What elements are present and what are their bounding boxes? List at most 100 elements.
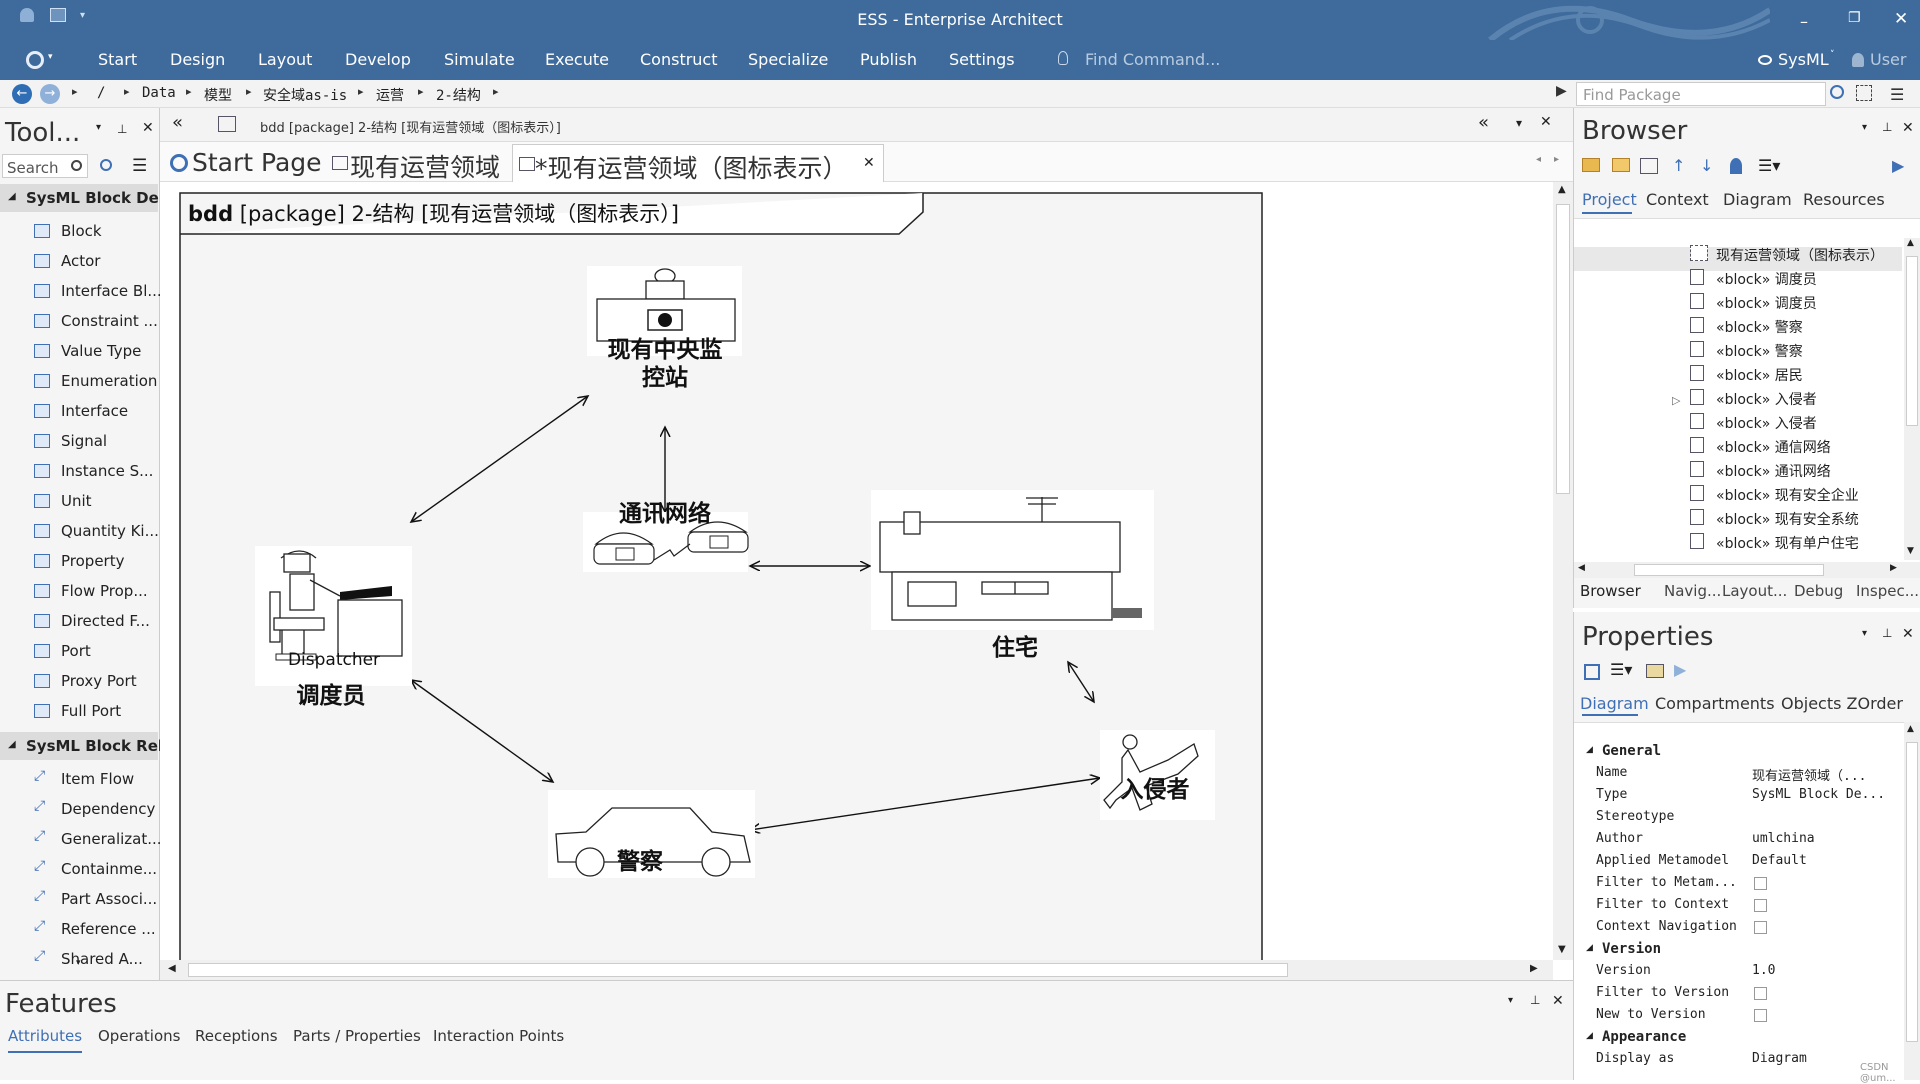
diagram-vertical-scrollbar[interactable]: ▲ ▼	[1553, 182, 1573, 960]
scroll-down-icon[interactable]: ▼	[1558, 944, 1566, 955]
toolbox-item[interactable]: Flow Prop...	[0, 576, 158, 606]
browser-vertical-scrollbar[interactable]: ▲ ▼	[1904, 238, 1920, 560]
header-dropdown-icon[interactable]: ▾	[1516, 116, 1522, 130]
main-menu-icon[interactable]	[26, 51, 44, 69]
package-browser-icon[interactable]	[1856, 85, 1872, 101]
find-command-input[interactable]: Find Command...	[1085, 50, 1220, 69]
breadcrumb-structure[interactable]: 2-结构	[436, 85, 481, 105]
dispatcher-label[interactable]: 调度员	[256, 676, 406, 710]
property-row[interactable]: New to Version	[1580, 1004, 1900, 1026]
features-tab[interactable]: Attributes	[8, 1027, 82, 1045]
properties-section-header[interactable]: ◢ General	[1580, 740, 1900, 762]
browser-tab[interactable]: Diagram	[1723, 190, 1792, 209]
property-checkbox[interactable]	[1754, 899, 1767, 912]
toolbox-item[interactable]: Signal	[0, 426, 158, 456]
menu-design[interactable]: Design	[170, 50, 225, 69]
maximize-button[interactable]: ❐	[1848, 10, 1861, 26]
collapse-right-icon[interactable]: «	[1478, 112, 1489, 133]
toolbox-item[interactable]: ⤢ Item Flow	[0, 764, 158, 794]
breadcrumb-model[interactable]: 模型	[204, 85, 232, 105]
toolbox-item[interactable]: Port	[0, 636, 158, 666]
browser-horizontal-scrollbar[interactable]: ◀ ▶	[1574, 562, 1920, 578]
close-panel-icon[interactable]: ✕	[1902, 626, 1914, 642]
toolbox-item[interactable]: ⤢ Dependency	[0, 794, 158, 824]
save-icon[interactable]	[1584, 664, 1600, 680]
browser-tree-item[interactable]: «block» 调度员	[1690, 289, 1900, 313]
locate-icon[interactable]	[1730, 158, 1742, 174]
menu-layout[interactable]: Layout	[258, 50, 312, 69]
browser-tree-item[interactable]: «block» 现有安全系统	[1690, 505, 1900, 529]
toolbox-item[interactable]: Value Type	[0, 336, 158, 366]
property-row[interactable]: Context Navigation	[1580, 916, 1900, 938]
properties-menu-icon[interactable]: ☰▾	[1610, 660, 1632, 679]
scroll-thumb[interactable]	[1556, 204, 1570, 494]
pin-icon[interactable]: ⊥	[1530, 993, 1540, 1007]
toolbox-item[interactable]: Directed F...	[0, 606, 158, 636]
browser-tab[interactable]: Context	[1646, 190, 1709, 209]
property-row[interactable]: Stereotype	[1580, 806, 1900, 828]
properties-vertical-scrollbar[interactable]: ▲	[1904, 722, 1920, 1080]
browser-tree-item[interactable]: «block» 现有单户住宅	[1690, 529, 1900, 553]
property-row[interactable]: Filter to Metam...	[1580, 872, 1900, 894]
browser-tree-item[interactable]: «block» 居民	[1690, 361, 1900, 385]
collapse-left-icon[interactable]: «	[172, 112, 183, 133]
new-diagram-icon[interactable]	[1640, 158, 1658, 174]
panel-dropdown-icon[interactable]: ▾	[96, 122, 101, 133]
perspective-selector[interactable]: SysML	[1778, 50, 1829, 69]
tab-existing-ops-domain-icons[interactable]: *现有运营领域（图标表示） ✕	[512, 144, 884, 183]
properties-diagram-icon[interactable]	[1646, 664, 1664, 678]
properties-section-header[interactable]: ◢ Version	[1580, 938, 1900, 960]
property-row[interactable]: Applied Metamodel Default	[1580, 850, 1900, 872]
find-tool-icon[interactable]	[100, 159, 112, 171]
property-row[interactable]: Version 1.0	[1580, 960, 1900, 982]
toolbox-item[interactable]: Unit	[0, 486, 158, 516]
browser-tab[interactable]: Resources	[1803, 190, 1885, 209]
scroll-left-icon[interactable]: ◀	[1578, 563, 1585, 573]
features-tab[interactable]: Interaction Points	[433, 1027, 564, 1045]
toolbox-item[interactable]: Constraint ...	[0, 306, 158, 336]
toolbox-item[interactable]: Actor	[0, 246, 158, 276]
close-panel-icon[interactable]: ✕	[1552, 993, 1564, 1009]
scroll-right-icon[interactable]: ▶	[1530, 963, 1538, 974]
tab-existing-ops-domain[interactable]: 现有运营领域	[332, 146, 502, 182]
browser-tree-item[interactable]: «block» 通信网络	[1690, 433, 1900, 457]
pin-icon[interactable]: ⊥	[1882, 626, 1892, 640]
scroll-up-icon[interactable]: ▲	[1907, 724, 1914, 734]
panel-dropdown-icon[interactable]: ▾	[1508, 995, 1513, 1006]
tab-start-page[interactable]: Start Page	[170, 146, 322, 180]
browser-bottom-tab[interactable]: Debug	[1794, 582, 1843, 600]
property-checkbox[interactable]	[1754, 987, 1767, 1000]
move-down-icon[interactable]: ↓	[1700, 156, 1713, 175]
browser-menu-icon[interactable]: ☰▾	[1758, 156, 1780, 175]
close-tab-icon[interactable]: ✕	[863, 155, 875, 171]
forward-icon[interactable]: →	[40, 84, 60, 104]
panel-dropdown-icon[interactable]: ▾	[1862, 122, 1867, 133]
toolbox-item[interactable]: ⤢ Shared A...	[0, 944, 158, 974]
browser-tree-item[interactable]: «block» 现有安全企业	[1690, 481, 1900, 505]
breadcrumb-operations[interactable]: 运营	[376, 85, 404, 105]
scroll-thumb[interactable]	[188, 963, 1288, 977]
menu-specialize[interactable]: Specialize	[748, 50, 828, 69]
toolbox-item[interactable]: Instance S...	[0, 456, 158, 486]
browser-bottom-tab[interactable]: Browser	[1580, 582, 1641, 600]
breadcrumb-security-domain[interactable]: 安全域as-is	[263, 85, 347, 105]
pin-icon[interactable]: ⊥	[117, 122, 127, 136]
close-panel-icon[interactable]: ✕	[1902, 120, 1914, 136]
browser-tree-item[interactable]: «block» 入侵者	[1690, 409, 1900, 433]
police-label[interactable]: 警察	[565, 842, 715, 876]
monitor-station-label[interactable]: 现有中央监 控站	[580, 336, 750, 392]
breadcrumb-data[interactable]: Data	[142, 85, 176, 101]
toolbox-item[interactable]: ⤢ Reference ...	[0, 914, 158, 944]
search-icon[interactable]	[1830, 85, 1844, 99]
hamburger-menu-icon[interactable]: ☰	[1890, 85, 1904, 104]
pin-icon[interactable]: ⊥	[1882, 120, 1892, 134]
scroll-thumb[interactable]	[1906, 742, 1918, 1042]
property-checkbox[interactable]	[1754, 1009, 1767, 1022]
browser-tree-item[interactable]: «block» 调度员	[1690, 265, 1900, 289]
menu-settings[interactable]: Settings	[949, 50, 1015, 69]
close-panel-icon[interactable]: ✕	[142, 120, 154, 136]
tab-scroll-right-icon[interactable]: ▸	[1554, 154, 1559, 165]
properties-tab[interactable]: Compartments	[1655, 694, 1775, 713]
scroll-up-icon[interactable]: ▲	[1558, 184, 1566, 195]
panel-dropdown-icon[interactable]: ▾	[1862, 628, 1867, 639]
